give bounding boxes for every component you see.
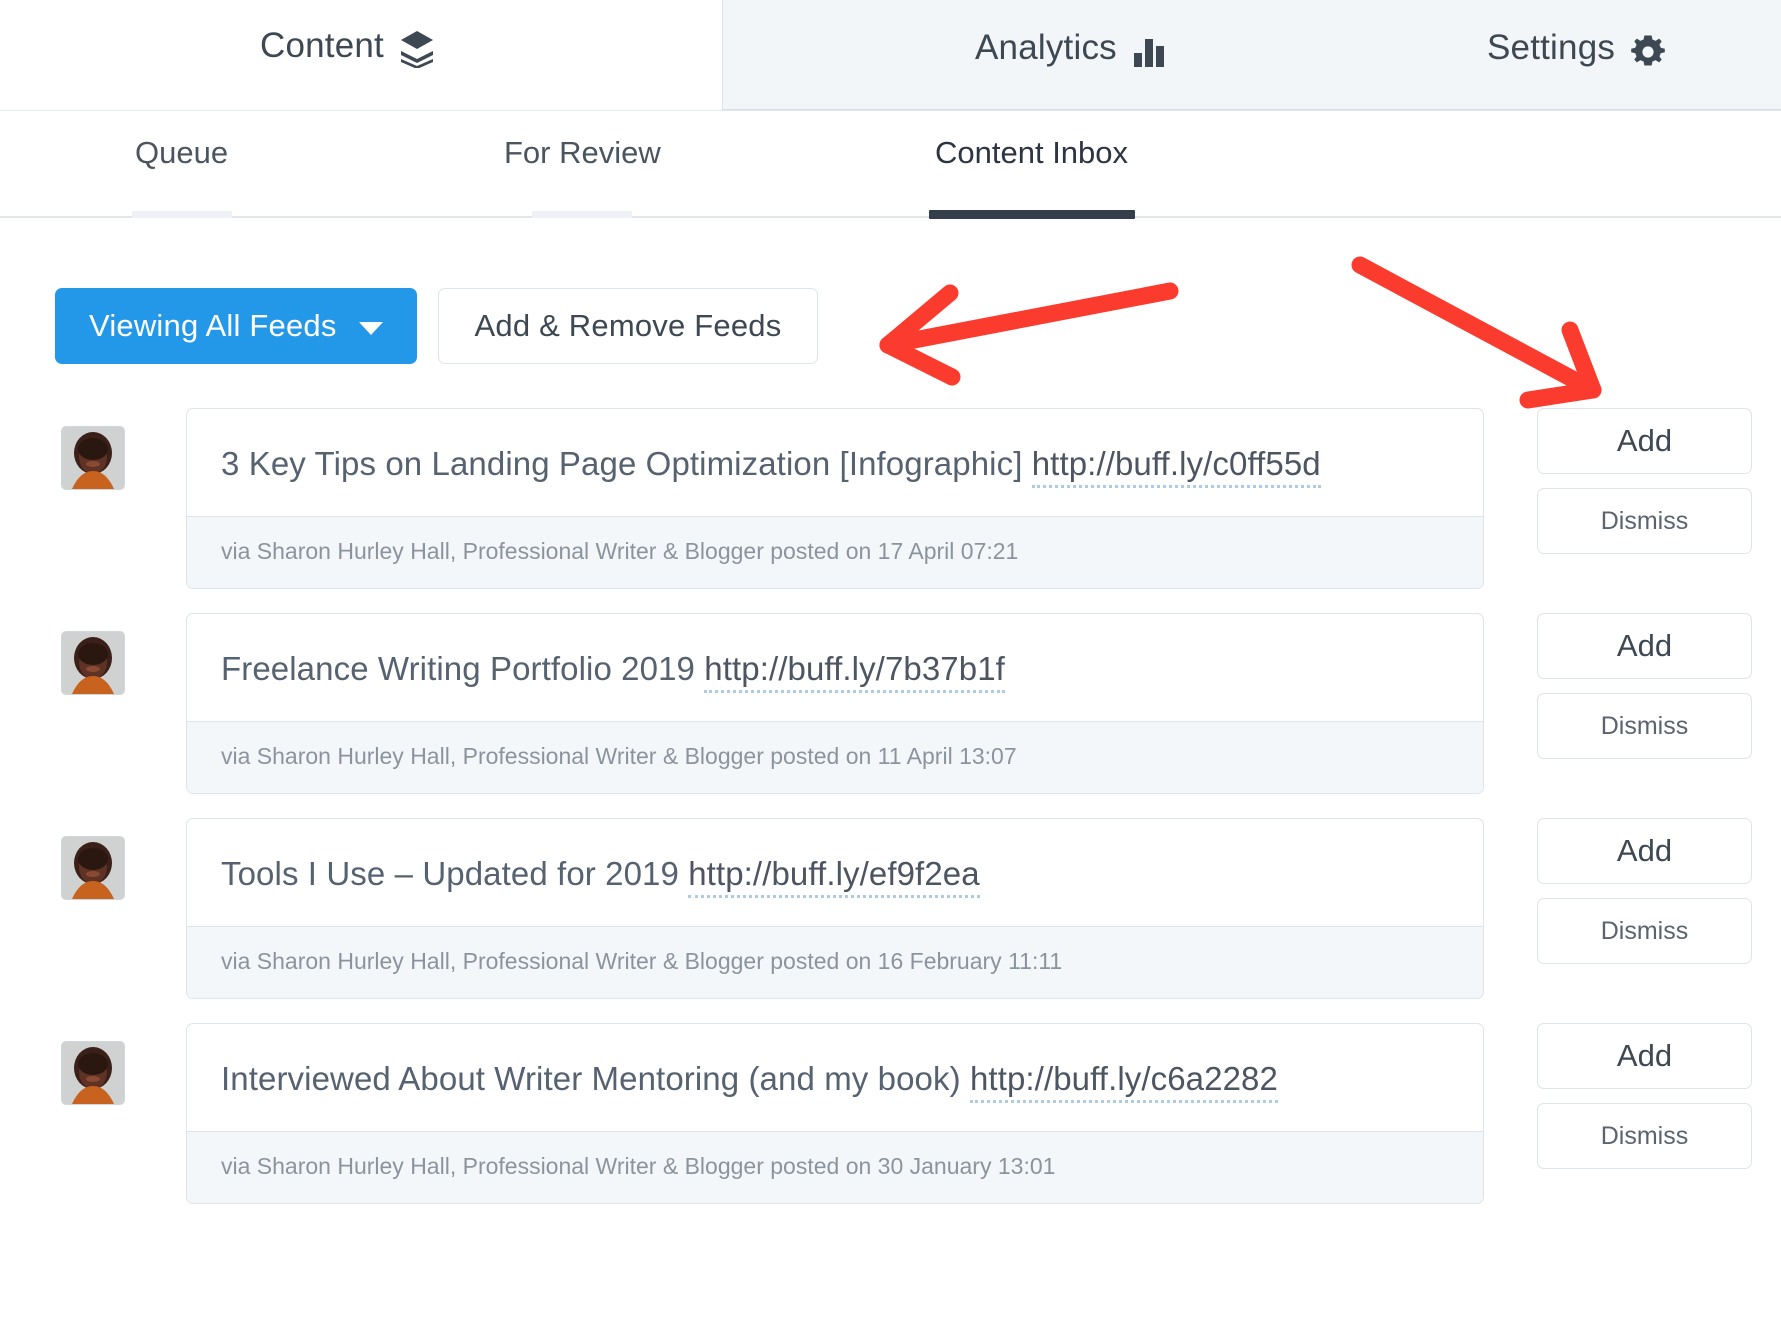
avatar xyxy=(61,631,125,695)
nav-settings-label: Settings xyxy=(1487,28,1616,67)
nav-content-label: Content xyxy=(260,26,384,65)
dismiss-button[interactable]: Dismiss xyxy=(1537,488,1752,554)
feed-item-title-text: 3 Key Tips on Landing Page Optimization … xyxy=(221,445,1032,482)
feed-item-meta: via Sharon Hurley Hall, Professional Wri… xyxy=(187,1131,1483,1204)
list-item: Tools I Use – Updated for 2019 http://bu… xyxy=(0,818,1781,1023)
nav-item-content[interactable]: Content xyxy=(260,26,434,69)
feed-item-link[interactable]: http://buff.ly/7b37b1f xyxy=(704,650,1005,693)
add-remove-feeds-button[interactable]: Add & Remove Feeds xyxy=(437,288,819,364)
feed-item-card[interactable]: Interviewed About Writer Mentoring (and … xyxy=(186,1023,1484,1205)
add-button[interactable]: Add xyxy=(1537,408,1752,474)
nav-analytics-label: Analytics xyxy=(975,28,1117,67)
viewing-all-feeds-label: Viewing All Feeds xyxy=(89,308,337,343)
feed-item-link[interactable]: http://buff.ly/c0ff55d xyxy=(1031,445,1321,488)
avatar xyxy=(61,426,125,490)
feed-item-title-text: Freelance Writing Portfolio 2019 xyxy=(221,650,705,687)
viewing-all-feeds-dropdown[interactable]: Viewing All Feeds xyxy=(55,288,417,364)
subtab-for-review-underline xyxy=(532,211,633,218)
avatar xyxy=(61,836,125,900)
list-item: Freelance Writing Portfolio 2019 http://… xyxy=(0,613,1781,818)
nav-item-analytics[interactable]: Analytics xyxy=(975,28,1165,68)
subtab-content-inbox-underline xyxy=(928,210,1135,219)
add-button[interactable]: Add xyxy=(1537,818,1752,884)
feed-item-link[interactable]: http://buff.ly/c6a2282 xyxy=(969,1060,1278,1103)
feed-item-title: Freelance Writing Portfolio 2019 http://… xyxy=(187,614,1483,721)
gear-icon xyxy=(1631,35,1665,69)
subtab-for-review[interactable]: For Review xyxy=(504,135,661,218)
feed-item-meta: via Sharon Hurley Hall, Professional Wri… xyxy=(187,516,1483,589)
feed-item-title: Interviewed About Writer Mentoring (and … xyxy=(187,1024,1483,1131)
subtab-content-inbox[interactable]: Content Inbox xyxy=(928,135,1135,219)
subtab-content-inbox-label: Content Inbox xyxy=(935,135,1129,170)
list-item: Interviewed About Writer Mentoring (and … xyxy=(0,1023,1781,1228)
feed-item-card[interactable]: Freelance Writing Portfolio 2019 http://… xyxy=(186,613,1484,795)
arrow-pointing-to-add-button xyxy=(1351,256,1602,409)
content-inbox-feed-list: 3 Key Tips on Landing Page Optimization … xyxy=(0,408,1781,1228)
content-subtab-bar: Queue For Review Content Inbox xyxy=(0,111,1781,219)
dismiss-button[interactable]: Dismiss xyxy=(1537,1103,1752,1169)
avatar xyxy=(61,1041,125,1105)
nav-item-settings[interactable]: Settings xyxy=(1487,28,1665,68)
feed-item-title-text: Interviewed About Writer Mentoring (and … xyxy=(221,1060,970,1097)
feed-item-actions: Add Dismiss xyxy=(1537,613,1752,759)
feed-item-actions: Add Dismiss xyxy=(1537,408,1752,554)
feed-item-link[interactable]: http://buff.ly/ef9f2ea xyxy=(688,855,980,898)
feed-item-actions: Add Dismiss xyxy=(1537,818,1752,964)
add-button[interactable]: Add xyxy=(1537,613,1752,679)
arrow-pointing-to-add-remove-feeds xyxy=(879,282,1179,386)
subtab-queue[interactable]: Queue xyxy=(131,135,232,218)
dismiss-button[interactable]: Dismiss xyxy=(1537,898,1752,964)
feed-item-actions: Add Dismiss xyxy=(1537,1023,1752,1169)
list-item: 3 Key Tips on Landing Page Optimization … xyxy=(0,408,1781,613)
feed-item-meta: via Sharon Hurley Hall, Professional Wri… xyxy=(187,926,1483,999)
bar-chart-icon xyxy=(1133,35,1165,67)
feed-item-card[interactable]: Tools I Use – Updated for 2019 http://bu… xyxy=(186,818,1484,1000)
dismiss-button[interactable]: Dismiss xyxy=(1537,693,1752,759)
feed-item-title-text: Tools I Use – Updated for 2019 xyxy=(221,855,689,892)
subtab-for-review-label: For Review xyxy=(504,135,661,170)
feed-item-meta: via Sharon Hurley Hall, Professional Wri… xyxy=(187,721,1483,794)
feed-item-card[interactable]: 3 Key Tips on Landing Page Optimization … xyxy=(186,408,1484,590)
subtab-queue-underline xyxy=(131,211,232,218)
feeds-toolbar: Viewing All Feeds Add & Remove Feeds xyxy=(55,288,819,364)
add-button[interactable]: Add xyxy=(1537,1023,1752,1089)
top-navigation-bar: Content Analytics Settings xyxy=(0,0,1781,111)
feed-item-title: Tools I Use – Updated for 2019 http://bu… xyxy=(187,819,1483,926)
chevron-down-icon xyxy=(358,321,383,335)
subtab-queue-label: Queue xyxy=(135,135,229,170)
layers-icon xyxy=(400,30,434,69)
feed-item-title: 3 Key Tips on Landing Page Optimization … xyxy=(187,409,1483,516)
